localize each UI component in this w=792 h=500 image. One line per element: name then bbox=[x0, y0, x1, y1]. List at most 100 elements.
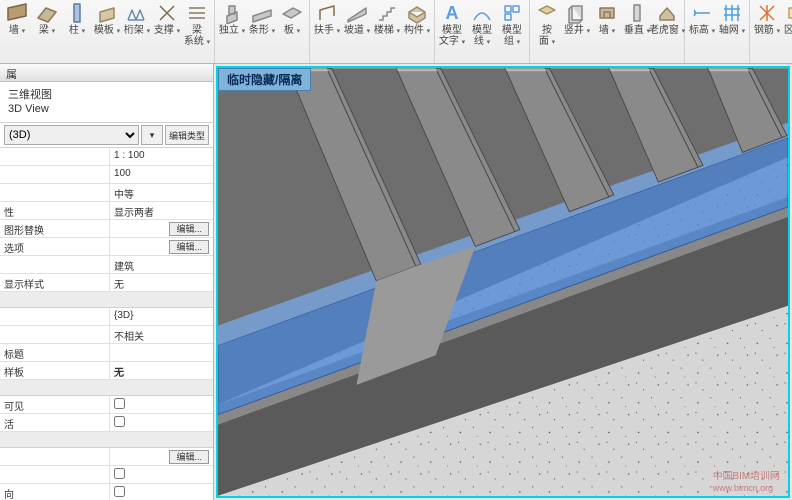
prop-value-title[interactable] bbox=[110, 344, 213, 361]
dormer-button[interactable]: 老虎窗 ▾ bbox=[654, 2, 680, 37]
gridline-button[interactable]: 轴网 ▾ bbox=[719, 2, 745, 37]
prop-value-override[interactable]: 编辑... bbox=[110, 220, 213, 237]
prop-value-visibility[interactable]: 显示两者 bbox=[110, 202, 213, 219]
model-text-button[interactable]: A模型文字 ▾ bbox=[439, 2, 465, 48]
edit-button-override[interactable]: 编辑... bbox=[169, 222, 209, 236]
instance-selector[interactable]: (3D) bbox=[4, 125, 139, 145]
edit-button-edit-3[interactable]: 编辑... bbox=[169, 450, 209, 464]
handrail-icon bbox=[316, 2, 338, 24]
prop-row-template-val: 样板无 bbox=[0, 362, 213, 380]
face-button[interactable]: 按面 ▾ bbox=[534, 2, 560, 48]
prop-value-direction[interactable] bbox=[110, 484, 213, 500]
model-line-button[interactable]: 模型线 ▾ bbox=[469, 2, 495, 48]
prop-value-visible[interactable] bbox=[110, 396, 213, 413]
isolated-icon bbox=[221, 2, 243, 24]
prop-value-display-style[interactable]: 无 bbox=[110, 274, 213, 291]
shaft-button[interactable]: 竖井 ▾ bbox=[564, 2, 590, 37]
prop-label-detail bbox=[0, 184, 110, 201]
property-grid: 1 : 100100中等性显示两者图形替换编辑...选项编辑...建筑显示样式无… bbox=[0, 148, 213, 500]
view-title-en: 3D View bbox=[8, 102, 205, 116]
component-button[interactable]: 构件 ▾ bbox=[404, 2, 430, 37]
panel-tab[interactable]: 属 bbox=[0, 64, 213, 82]
beam-sys-button[interactable]: 梁系统 ▾ bbox=[184, 2, 210, 48]
model-group-label: 模型组 ▾ bbox=[502, 25, 522, 48]
checkbox-active[interactable] bbox=[114, 416, 125, 427]
prop-row-detail: 中等 bbox=[0, 184, 213, 202]
vertical-button[interactable]: 垂直 ▾ bbox=[624, 2, 650, 37]
beam-button[interactable]: 梁 ▾ bbox=[34, 2, 60, 37]
view-title-cn: 三维视图 bbox=[8, 88, 205, 102]
prop-value-chk-3[interactable] bbox=[110, 466, 213, 483]
steel-icon bbox=[756, 2, 778, 24]
vertical-label: 垂直 ▾ bbox=[624, 25, 650, 37]
handrail-label: 扶手 ▾ bbox=[314, 25, 340, 37]
beam-sys-icon bbox=[186, 2, 208, 24]
prop-value-independent[interactable]: 不相关 bbox=[110, 326, 213, 343]
prop-row-direction: 向 bbox=[0, 484, 213, 500]
checkbox-visible[interactable] bbox=[114, 398, 125, 409]
model-group-button[interactable]: 模型组 ▾ bbox=[499, 2, 525, 48]
isolated-button[interactable]: 独立 ▾ bbox=[219, 2, 245, 37]
prop-value-detail[interactable]: 中等 bbox=[110, 184, 213, 201]
prop-value-scale[interactable]: 1 : 100 bbox=[110, 148, 213, 165]
stair-button[interactable]: 楼梯 ▾ bbox=[374, 2, 400, 37]
view-type-selector[interactable]: 三维视图 3D View bbox=[0, 82, 213, 123]
area-button[interactable]: 区域 ▾ bbox=[784, 2, 792, 37]
beam-sys-label: 梁系统 ▾ bbox=[184, 25, 210, 48]
steel-button[interactable]: 钢筋 ▾ bbox=[754, 2, 780, 37]
ribbon-group-3: A模型文字 ▾模型线 ▾ 模型组 ▾ bbox=[435, 0, 530, 63]
prop-row-view-name: {3D} bbox=[0, 308, 213, 326]
3d-viewport[interactable]: 临时隐藏/隔离 bbox=[216, 66, 790, 498]
filter-icon[interactable]: ▾ bbox=[141, 125, 163, 145]
prop-label-visibility: 性 bbox=[0, 202, 110, 219]
ribbon-group-0: 墙 ▾ 梁 ▾ 柱 ▾ 模板 ▾ 桁架 ▾ 支撑 ▾ 梁系统 ▾ bbox=[0, 0, 215, 63]
prop-label-discipline bbox=[0, 256, 110, 273]
prop-row-edit-3: 编辑... bbox=[0, 448, 213, 466]
edit-type-button[interactable]: 编辑类型 bbox=[165, 125, 209, 145]
template-label: 模板 ▾ bbox=[94, 25, 120, 37]
ribbon-group-4: 按面 ▾竖井 ▾墙 ▾垂直 ▾老虎窗 ▾ bbox=[530, 0, 685, 63]
slab-button[interactable]: 板 ▾ bbox=[279, 2, 305, 37]
prop-label-independent bbox=[0, 326, 110, 343]
beam-label: 梁 ▾ bbox=[39, 25, 55, 37]
prop-label-template-val: 样板 bbox=[0, 362, 110, 379]
prop-value-discipline[interactable]: 建筑 bbox=[110, 256, 213, 273]
grid-icon bbox=[691, 2, 713, 24]
checkbox-chk-3[interactable] bbox=[114, 468, 125, 479]
wall-open-icon bbox=[596, 2, 618, 24]
prop-label-options: 选项 bbox=[0, 238, 110, 255]
prop-label-visible: 可见 bbox=[0, 396, 110, 413]
prop-row-chk-3 bbox=[0, 466, 213, 484]
template-button[interactable]: 模板 ▾ bbox=[94, 2, 120, 37]
prop-value-view-name[interactable]: {3D} bbox=[110, 308, 213, 325]
wall-button[interactable]: 墙 ▾ bbox=[4, 2, 30, 37]
strip-button[interactable]: 条形 ▾ bbox=[249, 2, 275, 37]
truss-button[interactable]: 桁架 ▾ bbox=[124, 2, 150, 37]
column-button[interactable]: 柱 ▾ bbox=[64, 2, 90, 37]
main-area: 属 三维视图 3D View (3D) ▾ 编辑类型 1 : 100100中等性… bbox=[0, 64, 792, 500]
brace-icon bbox=[156, 2, 178, 24]
dormer-label: 老虎窗 ▾ bbox=[649, 25, 685, 37]
ramp-button[interactable]: 坡道 ▾ bbox=[344, 2, 370, 37]
brace-button[interactable]: 支撑 ▾ bbox=[154, 2, 180, 37]
edit-button-options[interactable]: 编辑... bbox=[169, 240, 209, 254]
prop-label-view-name bbox=[0, 308, 110, 325]
shaft-icon bbox=[566, 2, 588, 24]
prop-value-template-val[interactable]: 无 bbox=[110, 362, 213, 379]
checkbox-direction[interactable] bbox=[114, 486, 125, 497]
slab-label: 板 ▾ bbox=[284, 25, 300, 37]
prop-value-scale-value[interactable]: 100 bbox=[110, 166, 213, 183]
wall-open-button[interactable]: 墙 ▾ bbox=[594, 2, 620, 37]
3d-model-canvas[interactable]: 中国BIM培训网 www.bimcn.org bbox=[218, 68, 788, 496]
properties-panel: 属 三维视图 3D View (3D) ▾ 编辑类型 1 : 100100中等性… bbox=[0, 64, 214, 500]
watermark-1: 中国BIM培训网 bbox=[713, 469, 780, 482]
brace-label: 支撑 ▾ bbox=[154, 25, 180, 37]
prop-row-visible: 可见 bbox=[0, 396, 213, 414]
prop-row-scale: 1 : 100 bbox=[0, 148, 213, 166]
handrail-button[interactable]: 扶手 ▾ bbox=[314, 2, 340, 37]
prop-value-active[interactable] bbox=[110, 414, 213, 431]
column-label: 柱 ▾ bbox=[69, 25, 85, 37]
prop-value-edit-3[interactable]: 编辑... bbox=[110, 448, 213, 465]
grid-button[interactable]: 标高 ▾ bbox=[689, 2, 715, 37]
prop-value-options[interactable]: 编辑... bbox=[110, 238, 213, 255]
